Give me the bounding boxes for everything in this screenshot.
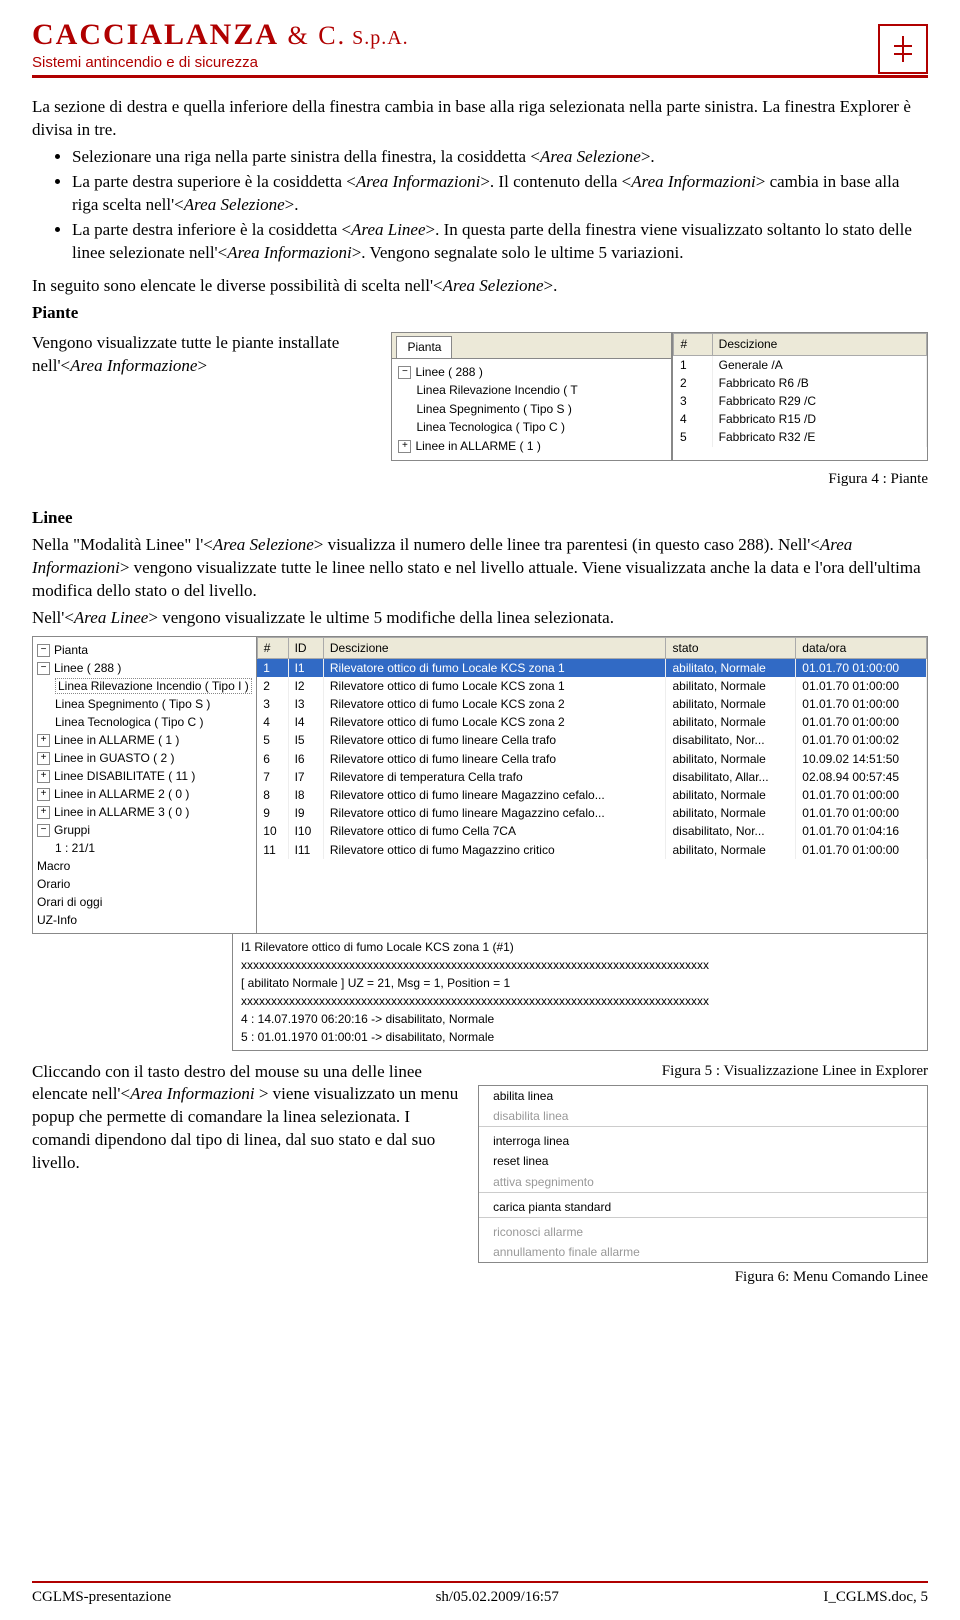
table-row[interactable]: 8I8Rilevatore ottico di fumo lineare Mag… — [257, 786, 926, 804]
tree-item[interactable]: Linee ( 288 ) — [54, 661, 121, 675]
expand-icon[interactable]: + — [37, 734, 50, 747]
company-name: CACCIALANZA & C. S.p.A. — [32, 18, 409, 52]
tree-item[interactable]: Linee in ALLARME ( 1 ) — [54, 733, 179, 747]
tree-item[interactable]: Linea Tecnologica ( Tipo C ) — [398, 418, 665, 437]
tree-item-selected[interactable]: Linea Rilevazione Incendio ( Tipo I ) — [55, 678, 252, 694]
table-row[interactable]: 11I11Rilevatore ottico di fumo Magazzino… — [257, 841, 926, 859]
expand-icon[interactable]: + — [398, 440, 411, 453]
expand-icon[interactable]: + — [37, 806, 50, 819]
followup-paragraph: In seguito sono elencate le diverse poss… — [32, 275, 928, 298]
tree-item[interactable]: Macro — [37, 857, 252, 875]
lines-table[interactable]: #IDDescizionestatodata/ora 1I1Rilevatore… — [256, 636, 928, 934]
collapse-icon[interactable]: − — [37, 662, 50, 675]
bullet-3: La parte destra inferiore è la cosiddett… — [72, 219, 928, 265]
tree-item[interactable]: Linee ( 288 ) — [415, 365, 482, 379]
menu-item[interactable]: carica pianta standard — [479, 1197, 927, 1218]
table-row[interactable]: 5I5Rilevatore ottico di fumo lineare Cel… — [257, 731, 926, 749]
figure-6-caption: Figura 6: Menu Comando Linee — [478, 1267, 928, 1287]
detail-sep: xxxxxxxxxxxxxxxxxxxxxxxxxxxxxxxxxxxxxxxx… — [241, 992, 919, 1010]
col-num[interactable]: # — [674, 334, 712, 355]
tree-item[interactable]: Linee in ALLARME ( 1 ) — [415, 439, 540, 453]
page-header: CACCIALANZA & C. S.p.A. Sistemi antincen… — [32, 18, 928, 78]
context-menu[interactable]: abilita lineadisabilita linea interroga l… — [478, 1085, 928, 1264]
footer-right: I_CGLMS.doc, 5 — [823, 1589, 928, 1606]
detail-status: [ abilitato Normale ] UZ = 21, Msg = 1, … — [241, 974, 919, 992]
tree-item[interactable]: Orario — [37, 875, 252, 893]
tree-item[interactable]: Orari di oggi — [37, 893, 252, 911]
table-row[interactable]: 3I3Rilevatore ottico di fumo Locale KCS … — [257, 695, 926, 713]
bullet-2: La parte destra superiore è la cosiddett… — [72, 171, 928, 217]
table-row[interactable]: 7I7Rilevatore di temperatura Cella trafo… — [257, 768, 926, 786]
menu-item[interactable]: abilita linea — [479, 1086, 927, 1106]
tree-item[interactable]: 1 : 21/1 — [37, 839, 252, 857]
tagline: Sistemi antincendio e di sicurezza — [32, 54, 409, 71]
table-row[interactable]: 2Fabbricato R6 /B — [674, 374, 927, 392]
explorer-tree[interactable]: −Pianta −Linee ( 288 ) Linea Rilevazione… — [32, 636, 256, 934]
tree-item[interactable]: Linea Rilevazione Incendio ( T — [398, 381, 665, 400]
figure-4-caption: Figura 4 : Piante — [32, 469, 928, 489]
piante-heading: Piante — [32, 302, 928, 325]
tree-panel[interactable]: Pianta −Linee ( 288 ) Linea Rilevazione … — [391, 332, 672, 460]
table-row[interactable]: 1Generale /A — [674, 355, 927, 374]
table-row[interactable]: 6I6Rilevatore ottico di fumo lineare Cel… — [257, 750, 926, 768]
table-row[interactable]: 2I2Rilevatore ottico di fumo Locale KCS … — [257, 677, 926, 695]
table-row[interactable]: 4Fabbricato R15 /D — [674, 410, 927, 428]
collapse-icon[interactable]: − — [398, 366, 411, 379]
tree-item[interactable]: Linea Spegnimento ( Tipo S ) — [398, 400, 665, 419]
detail-sep: xxxxxxxxxxxxxxxxxxxxxxxxxxxxxxxxxxxxxxxx… — [241, 956, 919, 974]
footer-center: sh/05.02.2009/16:57 — [436, 1589, 559, 1606]
tree-item[interactable]: Linee in GUASTO ( 2 ) — [54, 751, 175, 765]
menu-item: disabilita linea — [479, 1106, 927, 1127]
linee-heading: Linee — [32, 507, 928, 530]
tree-item[interactable]: Linee in ALLARME 2 ( 0 ) — [54, 787, 189, 801]
table-row-selected[interactable]: 1I1Rilevatore ottico di fumo Locale KCS … — [257, 658, 926, 677]
menu-item: annullamento finale allarme — [479, 1242, 927, 1262]
expand-icon[interactable]: + — [37, 770, 50, 783]
tree-item[interactable]: Linea Tecnologica ( Tipo C ) — [37, 713, 252, 731]
figure-5-caption: Figura 5 : Visualizzazione Linee in Expl… — [478, 1061, 928, 1081]
tree-item[interactable]: Gruppi — [54, 823, 90, 837]
detail-line: 4 : 14.07.1970 06:20:16 -> disabilitato,… — [241, 1010, 919, 1028]
detail-panel: I1 Rilevatore ottico di fumo Locale KCS … — [232, 934, 928, 1051]
piante-desc: Vengono visualizzate tutte le piante ins… — [32, 332, 381, 378]
table-row[interactable]: 10I10Rilevatore ottico di fumo Cella 7CA… — [257, 822, 926, 840]
menu-item: attiva spegnimento — [479, 1172, 927, 1193]
menu-item: riconosci allarme — [479, 1222, 927, 1242]
footer-left: CGLMS-presentazione — [32, 1589, 171, 1606]
tree-item[interactable]: Linee in ALLARME 3 ( 0 ) — [54, 805, 189, 819]
tree-item[interactable]: Linee DISABILITATE ( 11 ) — [54, 769, 195, 783]
company-logo-icon — [878, 24, 928, 74]
linee-p2: Nell'<Area Linee> vengono visualizzate l… — [32, 607, 928, 630]
tree-item[interactable]: Pianta — [54, 643, 88, 657]
expand-icon[interactable]: + — [37, 752, 50, 765]
table-panel[interactable]: #Descizione 1Generale /A 2Fabbricato R6 … — [672, 332, 928, 460]
context-menu-paragraph: Cliccando con il tasto destro del mouse … — [32, 1061, 462, 1176]
tree-item[interactable]: UZ-Info — [37, 911, 252, 929]
table-row[interactable]: 9I9Rilevatore ottico di fumo lineare Mag… — [257, 804, 926, 822]
tree-item[interactable]: Linea Spegnimento ( Tipo S ) — [37, 695, 252, 713]
detail-title: I1 Rilevatore ottico di fumo Locale KCS … — [241, 938, 919, 956]
bullet-list: Selezionare una riga nella parte sinistr… — [32, 146, 928, 265]
expand-icon[interactable]: + — [37, 788, 50, 801]
tab-pianta[interactable]: Pianta — [396, 336, 452, 357]
bullet-1: Selezionare una riga nella parte sinistr… — [72, 146, 928, 169]
detail-line: 5 : 01.01.1970 01:00:01 -> disabilitato,… — [241, 1028, 919, 1046]
page-footer: CGLMS-presentazione sh/05.02.2009/16:57 … — [32, 1581, 928, 1620]
collapse-icon[interactable]: − — [37, 644, 50, 657]
table-row[interactable]: 4I4Rilevatore ottico di fumo Locale KCS … — [257, 713, 926, 731]
menu-item[interactable]: reset linea — [479, 1151, 927, 1171]
table-row[interactable]: 5Fabbricato R32 /E — [674, 428, 927, 446]
intro-paragraph: La sezione di destra e quella inferiore … — [32, 96, 928, 142]
table-row[interactable]: 3Fabbricato R29 /C — [674, 392, 927, 410]
menu-item[interactable]: interroga linea — [479, 1131, 927, 1151]
collapse-icon[interactable]: − — [37, 824, 50, 837]
col-desc[interactable]: Descizione — [712, 334, 926, 355]
linee-p1: Nella "Modalità Linee" l'<Area Selezione… — [32, 534, 928, 603]
